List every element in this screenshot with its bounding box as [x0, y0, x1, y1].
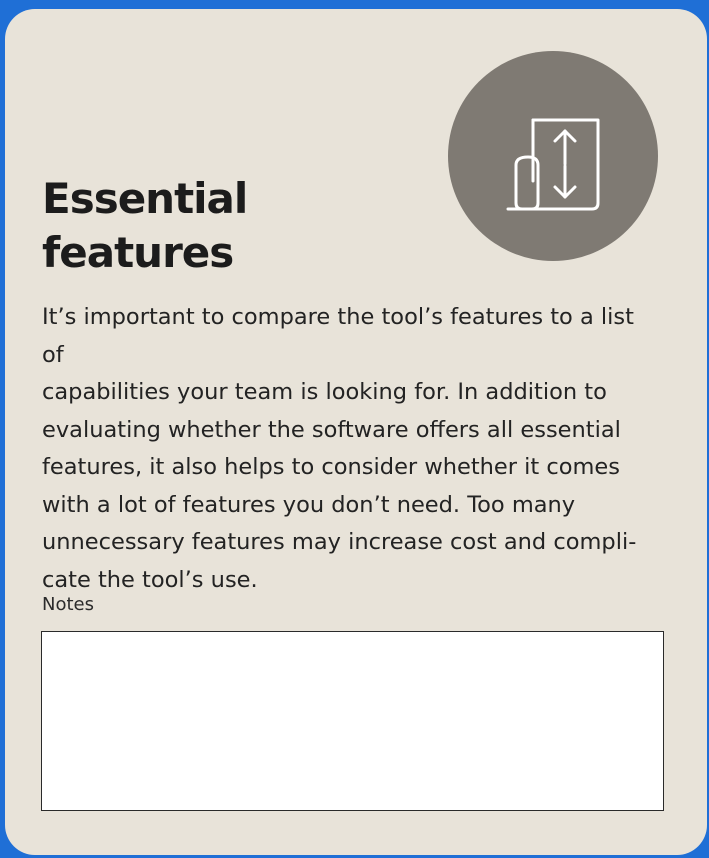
notes-label: Notes: [42, 594, 94, 615]
document-arrows-icon: [506, 118, 600, 211]
essential-features-card: Essential features It’s important to com…: [5, 9, 707, 855]
notes-field[interactable]: [41, 631, 664, 811]
card-description: It’s important to compare the tool’s fea…: [42, 304, 637, 593]
card-title: Essential features: [42, 174, 248, 277]
icon-badge: [448, 51, 658, 261]
